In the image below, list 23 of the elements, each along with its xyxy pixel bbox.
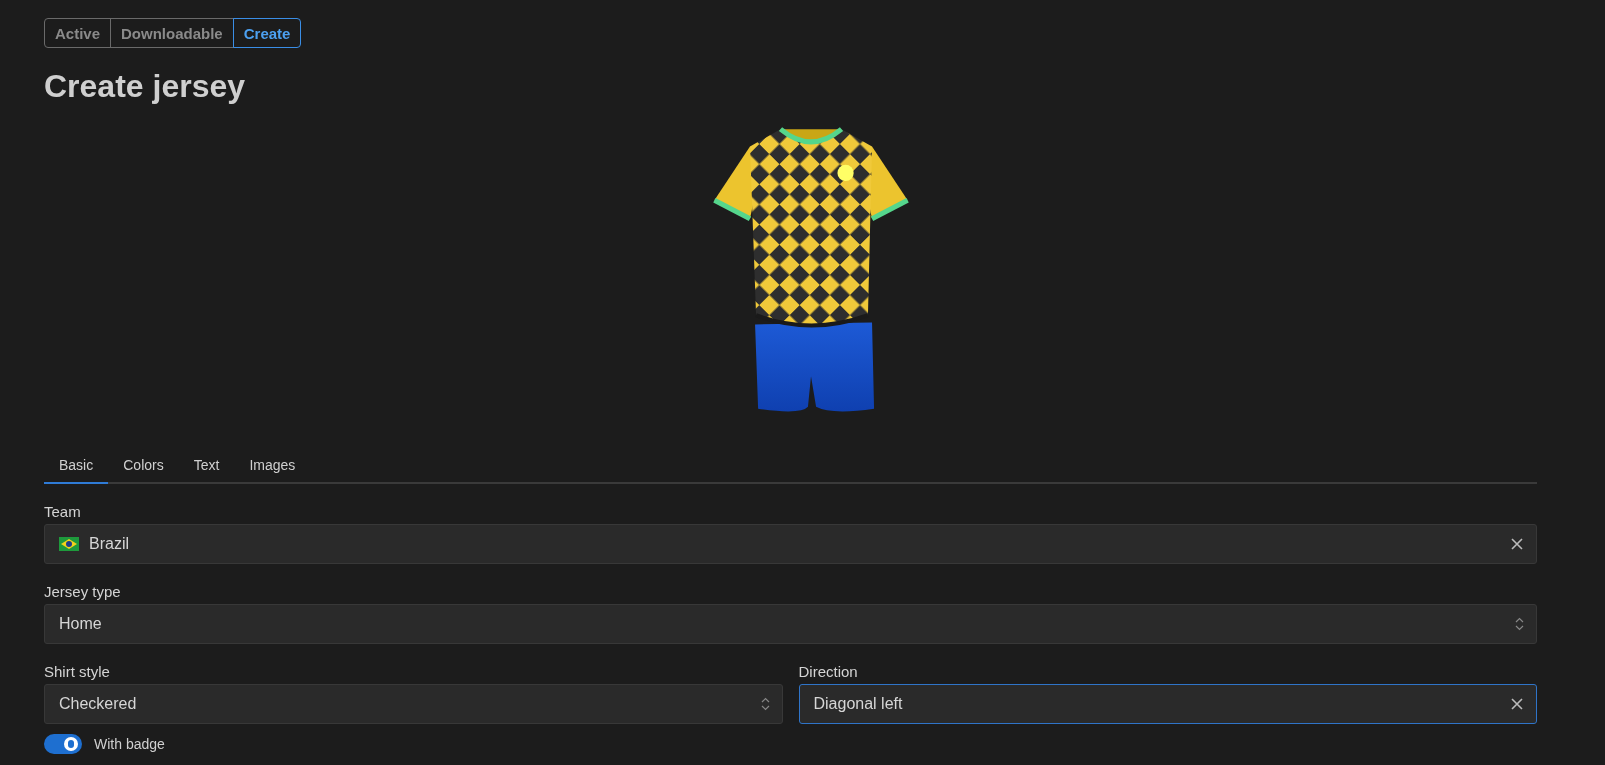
view-toggle-button[interactable]: Create [232,18,302,48]
field-label: Team [44,503,82,520]
team-select[interactable]: Brazil [44,524,1537,564]
view-toggle-button[interactable]: Active [44,18,112,48]
field-label: Direction [798,663,859,680]
badge-toggle[interactable] [44,734,82,754]
direction-field[interactable]: Diagonal left [798,684,1537,724]
tab[interactable]: Text [178,447,235,484]
tab[interactable]: Images [234,447,311,484]
field-label: Shirt style [44,663,111,680]
shirt-style-select[interactable]: Checkered [44,684,783,724]
field-label: Jersey type [44,583,122,600]
page-title: Create jersey [44,68,247,105]
tab[interactable]: Colors [108,447,179,484]
tab[interactable]: Basic [44,447,109,484]
jersey-type-select[interactable]: Home [44,604,1537,644]
chevron-icon [760,697,770,711]
clear-icon[interactable] [1510,697,1524,711]
toggle-label: With badge [94,736,165,752]
view-toggle-button[interactable]: Downloadable [110,18,234,48]
clear-icon[interactable] [1510,537,1524,551]
flag-icon [59,537,79,551]
chevron-icon [1515,617,1524,631]
